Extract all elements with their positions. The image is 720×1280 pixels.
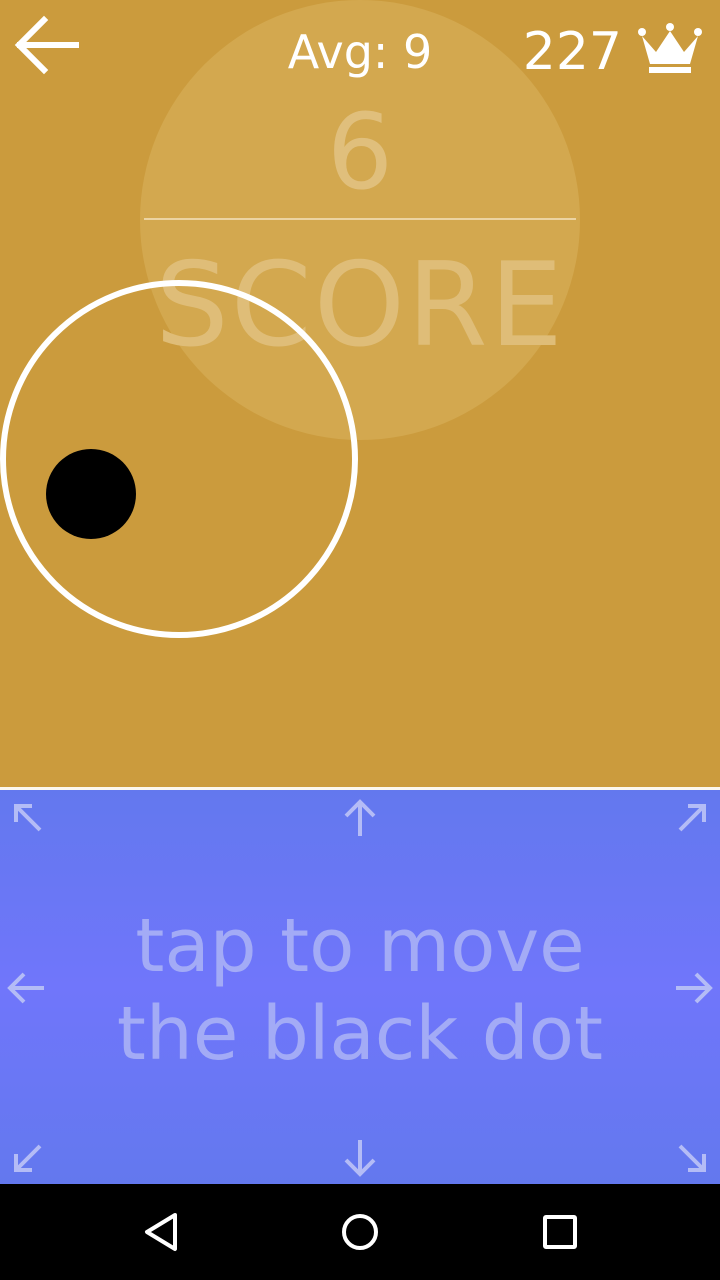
best-score: 227 [522,22,622,82]
arrow-up-right-icon[interactable] [672,798,712,838]
target-ring [0,280,358,638]
arrow-left-icon [14,15,79,75]
arrow-up-left-icon[interactable] [8,798,48,838]
score-value: 6 [326,91,394,213]
game-area: 6 SCORE Avg: 9 227 [0,0,720,787]
system-navbar [0,1184,720,1280]
arrow-up-icon[interactable] [340,798,380,838]
hint-line-1: tap to move [135,903,585,989]
average-score: Avg: 9 [287,25,433,79]
arrow-down-icon[interactable] [340,1138,380,1178]
back-button[interactable] [8,10,86,82]
home-circle-icon[interactable] [330,1202,390,1262]
arrow-down-left-icon[interactable] [8,1138,48,1178]
hint-text: tap to move the black dot [0,902,720,1078]
score-divider [144,218,576,220]
hint-line-2: the black dot [116,991,604,1077]
arrow-down-right-icon[interactable] [672,1138,712,1178]
recents-square-icon[interactable] [530,1202,590,1262]
black-dot [46,449,136,539]
back-triangle-icon[interactable] [130,1202,190,1262]
crown-icon [638,23,702,73]
